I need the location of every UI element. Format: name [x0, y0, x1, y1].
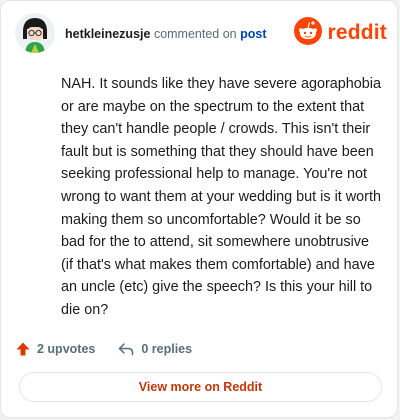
reddit-wordmark: reddit: [327, 21, 387, 44]
reply-button[interactable]: 0 replies: [117, 341, 192, 357]
reddit-comment-embed: hetkleinezusje commented on post reddit: [0, 0, 398, 418]
view-more-button[interactable]: View more on Reddit: [19, 372, 382, 402]
upvote-button[interactable]: 2 upvotes: [15, 341, 95, 357]
post-link[interactable]: post: [240, 27, 266, 41]
reply-count: 0 replies: [141, 342, 193, 356]
username-link[interactable]: hetkleinezusje: [65, 27, 150, 41]
comment-meta: hetkleinezusje commented on post: [65, 26, 267, 42]
avatar-icon[interactable]: [15, 13, 55, 53]
reply-arrow-icon: [119, 343, 134, 356]
comment-body: NAH. It sounds like they have severe ago…: [61, 76, 381, 318]
upvote-count: 2 upvotes: [37, 342, 96, 356]
comment-actions: 2 upvotes 0 replies: [15, 337, 192, 361]
comment-header: hetkleinezusje commented on post reddit: [15, 13, 387, 53]
commented-on-text: commented on: [153, 27, 237, 41]
reddit-snoo-icon: [294, 16, 323, 50]
reddit-logo[interactable]: reddit: [294, 16, 387, 50]
upvote-arrow-icon: [16, 342, 30, 356]
